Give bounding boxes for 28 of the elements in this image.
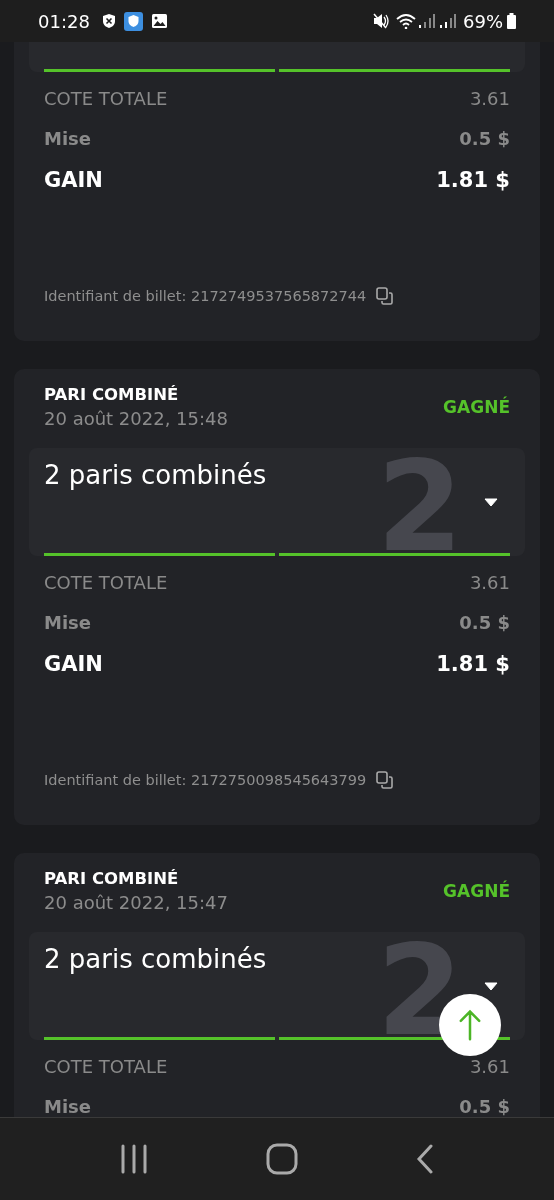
stake-value: 0.5 $: [459, 612, 510, 633]
stake-label: Mise: [44, 128, 91, 149]
legs-label: 2 paris combinés: [44, 943, 267, 976]
ticket-id: Identifiant de billet: 2172750098545643799: [44, 772, 367, 788]
payout-value: 1.81 $: [436, 651, 510, 676]
bet-status: GAGNÉ: [443, 881, 510, 901]
payout-label: GAIN: [44, 651, 103, 676]
bet-type-title: PARI COMBINÉ: [44, 868, 179, 890]
clock-time: 01:28: [38, 10, 90, 32]
payout-value: 1.81 $: [436, 167, 510, 192]
odds-label: COTE TOTALE: [44, 88, 168, 109]
bet-status: GAGNÉ: [443, 397, 510, 417]
legs-label: 2 paris combinés: [44, 459, 267, 492]
odds-value: 3.61: [469, 1056, 510, 1077]
battery-percent: 69%: [463, 10, 503, 32]
odds-value: 3.61: [469, 88, 510, 109]
odds-label: COTE TOTALE: [44, 1056, 168, 1077]
stake-label: Mise: [44, 1096, 91, 1117]
ticket-id: Identifiant de billet: 2172749537565872744: [44, 288, 367, 304]
odds-value: 3.61: [469, 572, 510, 593]
payout-label: GAIN: [44, 167, 103, 192]
stake-value: 0.5 $: [459, 128, 510, 149]
stake-value: 0.5 $: [459, 1096, 510, 1117]
bet-type-title: PARI COMBINÉ: [44, 384, 179, 406]
odds-label: COTE TOTALE: [44, 572, 168, 593]
bet-date: 20 août 2022, 15:47: [44, 891, 228, 915]
bet-date: 20 août 2022, 15:48: [44, 407, 228, 431]
stake-label: Mise: [44, 612, 91, 633]
